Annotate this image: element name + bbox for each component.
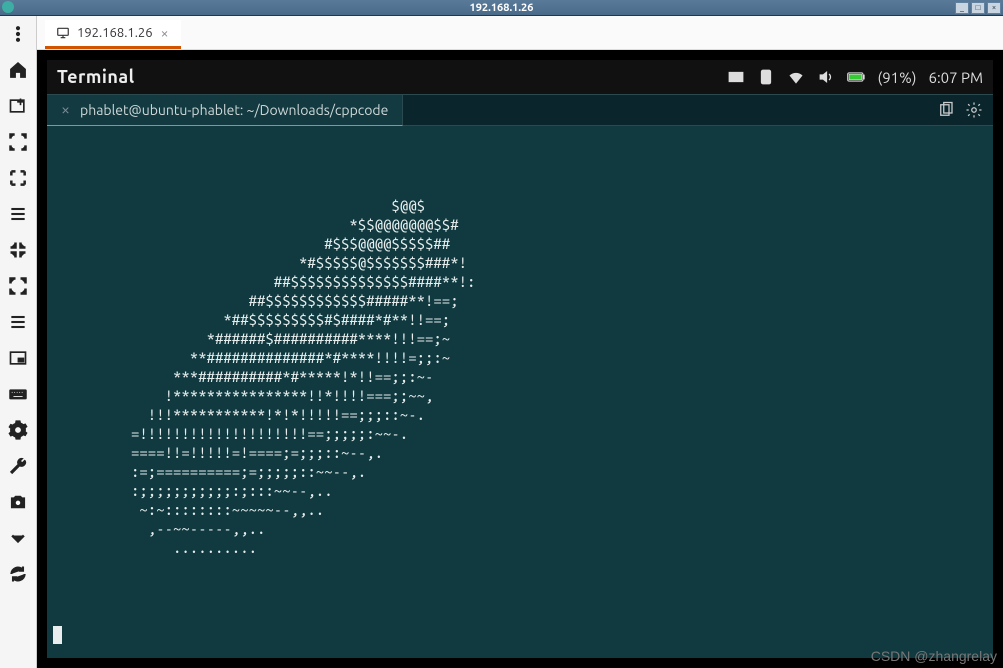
terminal-output: $@@$ *$$@@@@@@@$$# #$$$@@@@$$$$$## *#$$$… bbox=[47, 126, 993, 557]
app-title: Terminal bbox=[57, 67, 135, 87]
terminal-cursor bbox=[53, 626, 62, 644]
volume-icon[interactable] bbox=[817, 68, 835, 86]
copy-icon[interactable] bbox=[937, 101, 955, 119]
terminal-tab[interactable]: × phablet@ubuntu-phablet: ~/Downloads/cp… bbox=[47, 95, 403, 126]
keyboard-icon[interactable] bbox=[6, 382, 30, 406]
app-logo-icon bbox=[2, 1, 14, 13]
wifi-icon[interactable] bbox=[787, 68, 805, 86]
battery-icon[interactable] bbox=[847, 68, 865, 86]
refresh-icon[interactable] bbox=[6, 562, 30, 586]
maximize-button[interactable]: □ bbox=[971, 2, 985, 14]
camera-icon[interactable] bbox=[6, 490, 30, 514]
tab-close-button[interactable]: × bbox=[159, 26, 171, 40]
monitor-icon bbox=[55, 26, 71, 40]
expand-icon[interactable] bbox=[6, 166, 30, 190]
menu-lines-icon[interactable] bbox=[6, 202, 30, 226]
terminal-tab-bar: × phablet@ubuntu-phablet: ~/Downloads/cp… bbox=[47, 94, 993, 126]
window-titlebar: 192.168.1.26 _ □ × bbox=[0, 0, 1003, 16]
app-header: Terminal (91%) 6:07 PM bbox=[47, 60, 993, 94]
connection-tab[interactable]: 192.168.1.26 × bbox=[45, 20, 181, 49]
pip-icon[interactable] bbox=[6, 346, 30, 370]
minimize-button[interactable]: _ bbox=[955, 2, 969, 14]
settings-gear-icon[interactable] bbox=[965, 101, 983, 119]
terminal-tab-label: phablet@ubuntu-phablet: ~/Downloads/cppc… bbox=[80, 102, 388, 118]
status-tray: (91%) 6:07 PM bbox=[727, 68, 983, 86]
shrink-icon[interactable] bbox=[6, 238, 30, 262]
battery-percent: (91%) bbox=[877, 69, 916, 86]
clock: 6:07 PM bbox=[928, 69, 983, 86]
new-window-icon[interactable] bbox=[6, 94, 30, 118]
terminal-body[interactable]: $@@$ *$$@@@@@@@$$# #$$$@@@@$$$$$## *#$$$… bbox=[47, 126, 993, 658]
connection-tab-bar: 192.168.1.26 × bbox=[37, 16, 1003, 50]
sidebar bbox=[0, 16, 37, 668]
close-button[interactable]: × bbox=[987, 2, 1001, 14]
menu-icon[interactable] bbox=[6, 22, 30, 46]
home-icon[interactable] bbox=[6, 58, 30, 82]
window-controls: _ □ × bbox=[955, 2, 1001, 14]
terminal-actions bbox=[927, 95, 993, 126]
wrench-icon[interactable] bbox=[6, 454, 30, 478]
watermark: CSDN @zhangrelay bbox=[871, 648, 997, 664]
terminal-tab-close[interactable]: × bbox=[61, 101, 70, 119]
mail-icon[interactable] bbox=[727, 68, 745, 86]
connection-tab-label: 192.168.1.26 bbox=[77, 26, 153, 40]
chevron-down-icon[interactable] bbox=[6, 526, 30, 550]
window-title: 192.168.1.26 bbox=[470, 2, 534, 14]
menu-lines-2-icon[interactable] bbox=[6, 310, 30, 334]
content-area: 192.168.1.26 × Terminal (91%) 6:07 PM bbox=[37, 16, 1003, 668]
gear-icon[interactable] bbox=[6, 418, 30, 442]
stretch-icon[interactable] bbox=[6, 274, 30, 298]
bluetooth-icon[interactable] bbox=[757, 68, 775, 86]
terminal-tab-spacer bbox=[403, 95, 927, 126]
remote-viewer: Terminal (91%) 6:07 PM × phablet@ub bbox=[37, 50, 1003, 668]
fullscreen-icon[interactable] bbox=[6, 130, 30, 154]
